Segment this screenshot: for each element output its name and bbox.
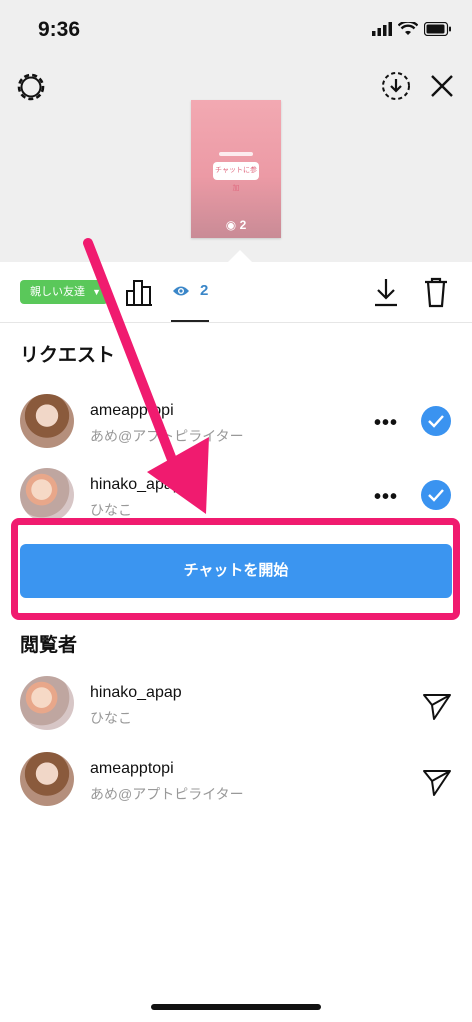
more-options-icon[interactable]: ••• [374, 486, 398, 509]
active-tab-indicator [171, 320, 209, 322]
viewers-eye-icon[interactable] [172, 284, 190, 298]
check-icon[interactable] [421, 480, 451, 510]
home-indicator [151, 1004, 321, 1010]
status-icons [372, 20, 452, 38]
viewer-fullname: ひなこ [90, 710, 132, 726]
close-friends-button[interactable]: 親しい友達 ▼ [20, 280, 108, 304]
more-options-icon[interactable]: ••• [374, 412, 398, 435]
story-thumbnail[interactable]: チャットに参加 ◉ 2 [191, 100, 281, 238]
sticker-header [219, 152, 253, 156]
request-fullname: あめ@アプトピライター [90, 428, 244, 444]
viewer-username[interactable]: ameapptopi [90, 760, 174, 778]
avatar[interactable] [20, 468, 74, 522]
requests-title: リクエスト [20, 345, 116, 366]
request-username[interactable]: ameapptopi [90, 402, 174, 420]
signal-icon [372, 22, 392, 36]
close-friends-label: 親しい友達 [30, 286, 85, 298]
request-row[interactable]: ameapptopi あめ@アプトピライター ••• [0, 394, 472, 458]
viewer-count[interactable]: 2 [200, 282, 208, 299]
status-time: 9:36 [38, 18, 81, 41]
avatar[interactable] [20, 752, 74, 806]
settings-gear-icon[interactable] [14, 70, 48, 104]
insights-bar-chart-icon[interactable] [124, 276, 156, 308]
eye-icon: ◉ [225, 218, 240, 232]
battery-icon [424, 22, 451, 36]
story-toolbar: 親しい友達 ▼ 2 [0, 262, 472, 323]
request-username[interactable]: hinako_apap [90, 476, 182, 494]
avatar[interactable] [20, 394, 74, 448]
thumbnail-view-count: ◉ 2 [225, 218, 247, 232]
avatar[interactable] [20, 676, 74, 730]
selection-notch [228, 250, 252, 262]
download-icon[interactable] [372, 276, 400, 308]
viewer-username[interactable]: hinako_apap [90, 684, 182, 702]
viewer-row[interactable]: hinako_apap ひなこ [0, 676, 472, 740]
send-direct-icon[interactable] [421, 766, 453, 798]
viewer-fullname: あめ@アプトピライター [90, 786, 244, 802]
story-preview-area: 9:36 チャットに参加 ◉ 2 [0, 0, 472, 262]
check-icon[interactable] [421, 406, 451, 436]
chat-sticker: チャットに参加 [213, 162, 259, 192]
save-download-icon[interactable] [380, 70, 412, 102]
chevron-down-icon: ▼ [92, 287, 101, 297]
trash-icon[interactable] [422, 276, 450, 308]
send-direct-icon[interactable] [421, 690, 453, 722]
request-fullname: ひなこ [90, 502, 132, 518]
wifi-icon [398, 22, 418, 35]
viewer-row[interactable]: ameapptopi あめ@アプトピライター [0, 752, 472, 816]
start-chat-button[interactable]: チャットを開始 [20, 544, 452, 598]
viewers-title: 閲覧者 [20, 635, 78, 656]
close-icon[interactable] [428, 72, 456, 100]
